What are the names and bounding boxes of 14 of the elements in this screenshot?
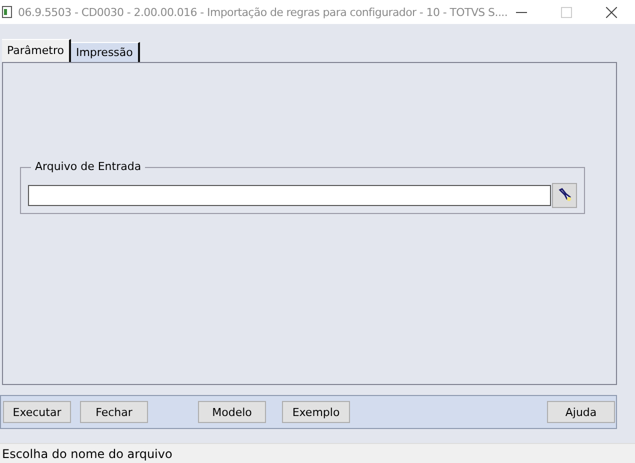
window-title: 06.9.5503 - CD0030 - 2.00.00.016 - Importação de regras para configurador - 10 - TOTVS S.... xyxy=(18,6,508,18)
button[interactable]: Ajuda xyxy=(547,401,615,423)
tab[interactable]: Parâmetro xyxy=(2,39,71,63)
button[interactable]: Fechar xyxy=(80,401,148,423)
tab[interactable]: Impressão xyxy=(70,42,140,62)
status-text: Escolha do nome do arquivo xyxy=(2,446,172,460)
group-legend: Arquivo de Entrada xyxy=(31,160,146,173)
browse-button[interactable] xyxy=(552,183,577,208)
button[interactable]: Executar xyxy=(3,401,71,423)
input-field[interactable] xyxy=(28,185,551,206)
button[interactable]: Modelo xyxy=(198,401,266,423)
button[interactable]: Exemplo xyxy=(282,401,350,423)
flashlight-icon xyxy=(556,188,572,204)
close-icon[interactable] xyxy=(606,6,617,18)
